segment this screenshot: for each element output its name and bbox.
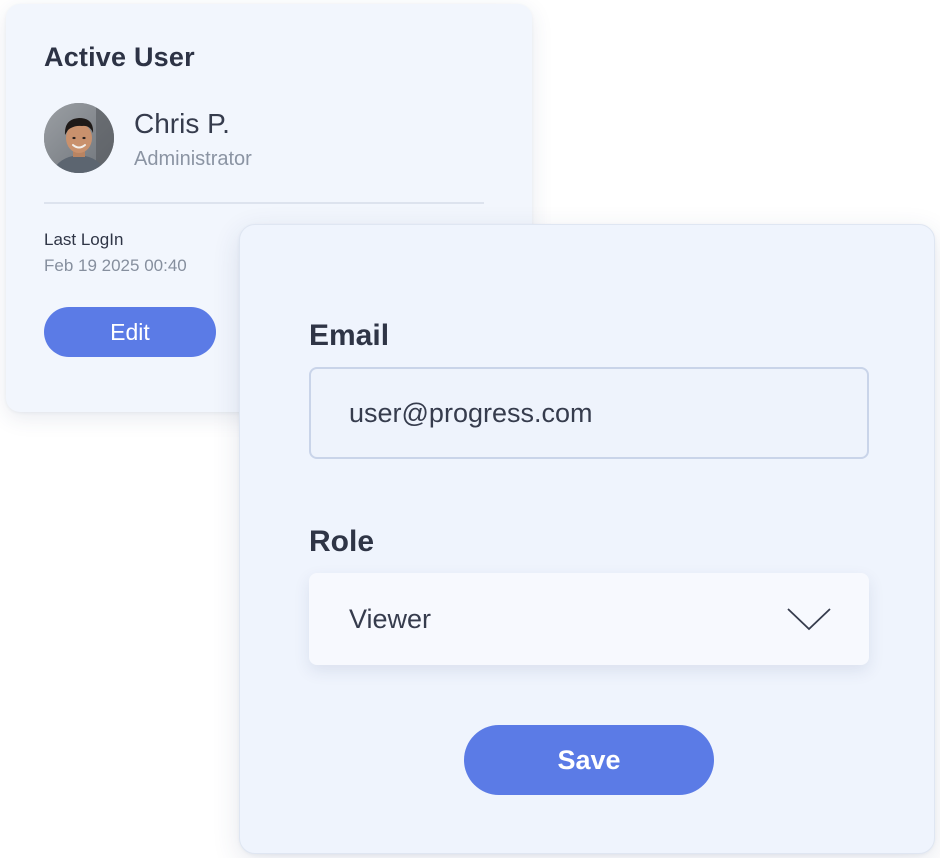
- user-role: Administrator: [134, 148, 252, 170]
- chevron-down-icon: [785, 605, 833, 633]
- email-field[interactable]: [309, 367, 869, 459]
- avatar-image: [44, 103, 114, 173]
- divider: [44, 202, 484, 204]
- edit-button[interactable]: Edit: [44, 307, 216, 357]
- user-name: Chris P.: [134, 108, 230, 139]
- email-label: Email: [309, 319, 390, 352]
- role-selected-value: Viewer: [349, 604, 432, 634]
- user-form-card: Email Role Viewer Save: [239, 224, 935, 854]
- stage: Active User Chris P. Administrator Last …: [0, 0, 940, 858]
- role-dropdown[interactable]: Viewer: [309, 573, 869, 665]
- role-label: Role: [309, 525, 375, 558]
- last-login-label: Last LogIn: [44, 230, 124, 249]
- card-title: Active User: [44, 42, 195, 72]
- last-login-value: Feb 19 2025 00:40: [44, 256, 187, 275]
- save-button[interactable]: Save: [464, 725, 714, 795]
- avatar: [44, 103, 114, 173]
